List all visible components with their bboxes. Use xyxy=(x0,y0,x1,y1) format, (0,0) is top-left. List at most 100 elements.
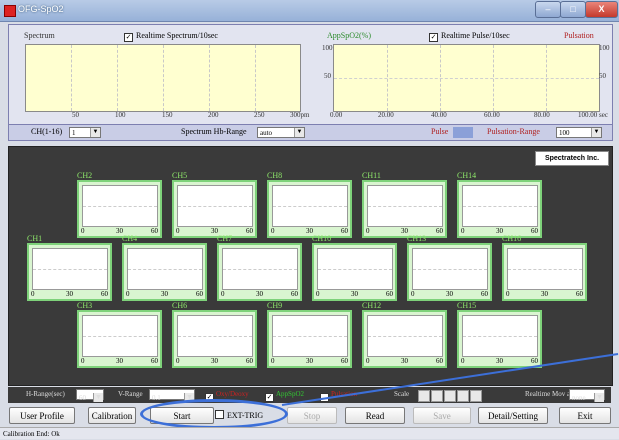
pulse-y-tick-left: 100 xyxy=(322,44,333,52)
ch-select[interactable]: 1 ▼ xyxy=(69,127,101,138)
channel-label: CH16 xyxy=(502,234,522,243)
tile-tick: 60 xyxy=(151,227,158,235)
vrange-label: V-Range xyxy=(118,390,143,398)
close-button[interactable]: X xyxy=(585,1,618,18)
calibration-button[interactable]: Calibration xyxy=(88,407,136,424)
tile-tick: 0 xyxy=(271,227,275,235)
hrange-value: 60 xyxy=(79,394,86,402)
pulse-y-tick-right: 100 xyxy=(599,44,610,52)
channel-plot xyxy=(32,248,108,290)
pulse-indicator xyxy=(453,127,473,138)
spectrum-x-tick: 250 xyxy=(254,111,265,119)
tile-tick: 0 xyxy=(81,357,85,365)
channel-plot xyxy=(177,315,253,357)
tile-tick: 0 xyxy=(126,290,130,298)
hb-range-label: Spectrum Hb-Range xyxy=(181,127,247,136)
pulse-x-tick: 80.00 xyxy=(534,111,550,119)
channel-tile-ch13[interactable]: CH13 0 30 60 xyxy=(407,234,492,301)
channel-plot xyxy=(82,185,158,227)
tile-tick: 60 xyxy=(246,227,253,235)
channel-tile-ch3[interactable]: CH3 0 30 60 xyxy=(77,301,162,368)
tile-tick: 0 xyxy=(366,227,370,235)
channel-tile-ch5[interactable]: CH5 0 30 60 xyxy=(172,171,257,238)
tile-tick: 0 xyxy=(271,357,275,365)
channel-tile-ch16[interactable]: CH16 0 30 60 xyxy=(502,234,587,301)
tile-tick: 60 xyxy=(291,290,298,298)
tile-tick: 60 xyxy=(481,290,488,298)
vrange-select[interactable]: 0.1 ▼ xyxy=(149,389,195,402)
spectrum-x-tick: 300pm xyxy=(290,111,310,119)
tile-tick: 0 xyxy=(176,357,180,365)
channel-label: CH6 xyxy=(172,301,188,310)
channel-label: CH3 xyxy=(77,301,93,310)
pulsation-range-select[interactable]: 100 ▼ xyxy=(556,127,602,138)
channel-plot xyxy=(222,248,298,290)
pulse-x-tick: 60.00 xyxy=(484,111,500,119)
vrange-value: 0.1 xyxy=(152,394,161,402)
tile-tick: 60 xyxy=(196,290,203,298)
channel-tile-ch4[interactable]: CH4 0 30 60 xyxy=(122,234,207,301)
oxy-deoxy-label: Oxy/Deoxy xyxy=(216,390,249,398)
realtime-pulse-checkbox[interactable]: ✓ xyxy=(429,33,438,42)
realtime-spectrum-toggle[interactable]: ✓ Realtime Spectrum/10sec xyxy=(124,31,218,42)
app-icon xyxy=(4,5,16,17)
pulse-plot xyxy=(333,44,600,112)
pulse-x-tick: 100.00 sec xyxy=(578,111,608,119)
pulse-y-tick-left: 50 xyxy=(324,72,331,80)
minimize-button[interactable]: – xyxy=(535,1,561,18)
channel-plot xyxy=(82,315,158,357)
chevron-down-icon: ▼ xyxy=(294,128,304,137)
channel-label: CH15 xyxy=(457,301,477,310)
realtime-pulse-toggle[interactable]: ✓ Realtime Pulse/10sec xyxy=(429,31,510,42)
tile-tick: 0 xyxy=(316,290,320,298)
channel-label: CH13 xyxy=(407,234,427,243)
channel-label: CH5 xyxy=(172,171,188,180)
hrange-select[interactable]: 60 ▼ xyxy=(76,389,104,402)
tile-tick: 0 xyxy=(31,290,35,298)
tile-tick: 60 xyxy=(341,227,348,235)
maximize-button[interactable]: □ xyxy=(560,1,586,18)
tile-tick: 0 xyxy=(176,227,180,235)
channel-tile-ch7[interactable]: CH7 0 30 60 xyxy=(217,234,302,301)
channel-tile-ch6[interactable]: CH6 0 30 60 xyxy=(172,301,257,368)
tile-tick: 30 xyxy=(541,290,548,298)
user-profile-button[interactable]: User Profile xyxy=(9,407,75,424)
realtime-spectrum-checkbox[interactable]: ✓ xyxy=(124,33,133,42)
channel-plot xyxy=(412,248,488,290)
tile-tick: 30 xyxy=(116,357,123,365)
spectrum-title: Spectrum xyxy=(24,31,55,40)
channel-tile-ch8[interactable]: CH8 0 30 60 xyxy=(267,171,352,238)
channel-tile-ch1[interactable]: CH1 0 30 60 xyxy=(27,234,112,301)
channel-plot xyxy=(507,248,583,290)
channel-tile-ch11[interactable]: CH11 0 30 60 xyxy=(362,171,447,238)
ch-select-value: 1 xyxy=(72,129,76,137)
window-title: OFG-SpO2 xyxy=(18,4,64,14)
title-bar: OFG-SpO2 – □ X xyxy=(0,0,619,22)
channel-tile-ch2[interactable]: CH2 0 30 60 xyxy=(77,171,162,238)
pulsation-range-label: Pulsation-Range xyxy=(487,127,540,136)
hb-range-select[interactable]: auto ▼ xyxy=(257,127,305,138)
channel-tile-ch14[interactable]: CH14 0 30 60 xyxy=(457,171,542,238)
channel-label: CH14 xyxy=(457,171,477,180)
channel-controls-row: CH(1-16) 1 ▼ Spectrum Hb-Range auto ▼ Puls… xyxy=(8,124,613,141)
channel-label: CH2 xyxy=(77,171,93,180)
tile-tick: 0 xyxy=(221,290,225,298)
channel-label: CH9 xyxy=(267,301,283,310)
channel-plot xyxy=(177,185,253,227)
channel-tile-ch10[interactable]: CH10 0 30 60 xyxy=(312,234,397,301)
channel-plot xyxy=(317,248,393,290)
ch-label: CH(1-16) xyxy=(31,127,63,136)
tile-tick: 60 xyxy=(151,357,158,365)
channel-label: CH11 xyxy=(362,171,381,180)
spectrum-x-tick: 100 xyxy=(115,111,126,119)
tile-tick: 60 xyxy=(386,290,393,298)
channel-plot xyxy=(272,185,348,227)
tile-tick: 60 xyxy=(246,357,253,365)
spectrum-x-tick: 50 xyxy=(72,111,79,119)
spectrum-x-tick: 200 xyxy=(208,111,219,119)
tile-tick: 60 xyxy=(101,290,108,298)
annotation-line xyxy=(281,353,619,406)
pulse-y-tick-right: 50 xyxy=(599,72,606,80)
spectratech-logo: Spectratech Inc. xyxy=(535,151,609,166)
tile-tick: 60 xyxy=(531,227,538,235)
